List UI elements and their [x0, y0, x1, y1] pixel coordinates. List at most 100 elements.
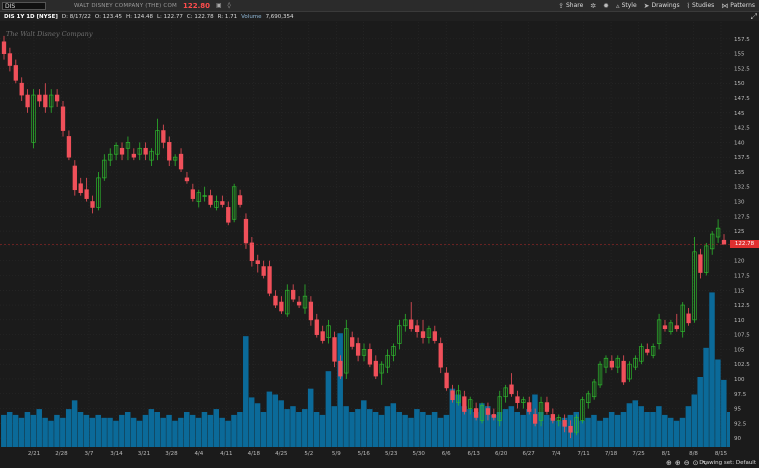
volume-bar [691, 394, 698, 447]
candle-body [226, 207, 231, 223]
candle-body [19, 82, 24, 96]
info-bar: DIS 1Y 1D [NYSE] D: 8/17/22 O: 123.45 H:… [0, 12, 759, 21]
x-tick-label: 7/25 [632, 451, 645, 457]
candle-body [255, 260, 260, 264]
volume-bar [650, 412, 656, 447]
x-tick-label: 7/4 [552, 451, 561, 457]
candle-body [220, 201, 225, 205]
x-tick-label: 7/18 [605, 451, 618, 457]
x-tick-label: 8/15 [715, 451, 728, 457]
volume-bar [467, 409, 473, 447]
x-tick-label: 4/11 [220, 451, 232, 457]
x-tick-label: 5/16 [358, 451, 371, 457]
settings-icon[interactable]: ▣ [216, 2, 222, 9]
collapse-icon[interactable]: ⤢ [751, 12, 757, 22]
candle-body [267, 266, 272, 294]
candle-body [420, 331, 426, 338]
volume-bar [372, 412, 379, 447]
volume-bar [272, 394, 279, 447]
volume-bar [597, 420, 603, 447]
volume-bar [349, 412, 355, 447]
symbol-input[interactable]: DIS [2, 1, 46, 10]
volume-bar [65, 409, 72, 447]
x-tick-label: 5/30 [413, 451, 426, 457]
drawings-button[interactable]: ➤ Drawings [644, 2, 680, 10]
zoom-in-icon[interactable]: ⊕ [675, 459, 681, 467]
y-tick-label: 125 [734, 229, 745, 235]
volume-bar [366, 409, 373, 447]
volume-bar [136, 420, 143, 447]
volume-bar [343, 406, 349, 447]
price-tag: 122.78 [730, 240, 759, 249]
candle-body [131, 153, 136, 158]
volume-bar [302, 409, 308, 447]
info-low: L: 122.77 [156, 13, 183, 20]
y-tick-label: 120 [734, 259, 745, 265]
volume-bar [71, 400, 78, 447]
candle-body [273, 295, 278, 306]
candle-body [90, 201, 95, 208]
volume-bar [514, 412, 520, 447]
candle-body [43, 94, 48, 108]
x-tick-label: 4/25 [275, 451, 288, 457]
volume-bar [697, 377, 703, 447]
y-tick-label: 155 [734, 52, 745, 58]
gear-button[interactable]: ✲ [590, 2, 596, 10]
patterns-label: Patterns [730, 2, 755, 9]
volume-bar [260, 412, 267, 447]
y-tick-label: 112.5 [734, 303, 750, 309]
x-tick-label: 8/8 [689, 451, 698, 457]
volume-bar [278, 400, 284, 447]
volume-bar [290, 406, 296, 447]
reset-zoom-icon[interactable]: ⊙ [693, 459, 699, 467]
chart-background [0, 22, 730, 455]
cursor-icon: ➤ [643, 1, 650, 10]
x-tick-label: 4/4 [194, 451, 203, 457]
studies-button[interactable]: ⌇ Studies [687, 2, 715, 10]
candle-body [167, 142, 172, 161]
y-tick-label: 95 [734, 407, 741, 413]
volume-bar [355, 409, 361, 447]
y-tick-label: 137.5 [734, 155, 750, 161]
info-close: C: 122.78 [186, 13, 214, 20]
candle-body [249, 242, 255, 262]
volume-bar [585, 417, 591, 447]
volume-bar [307, 388, 314, 447]
info-range: R: 1.71 [217, 13, 238, 20]
zoom-out-icon[interactable]: ⊖ [684, 459, 690, 467]
share-button[interactable]: ⇪ Share [558, 2, 583, 10]
volume-bar [508, 406, 515, 447]
price-chart[interactable] [0, 22, 730, 455]
cog-button[interactable]: ✹ [603, 2, 609, 10]
volume-bar [319, 414, 326, 447]
time-axis[interactable]: 2/21 2/28 3/7 3/14 3/21 3/28 4/4 4/11 4/18 4/25 5/… [0, 447, 730, 459]
volume-bar [425, 414, 432, 447]
volume-bar [119, 414, 125, 447]
candle-body [25, 94, 30, 108]
volume-bar [148, 409, 155, 447]
pan-icon[interactable]: ⊕ [666, 459, 672, 467]
volume-bar [6, 412, 13, 447]
x-tick-label: 3/14 [110, 451, 123, 457]
share-label: Share [565, 2, 584, 9]
volume-bar [544, 414, 550, 447]
alert-icon[interactable]: ◊ [228, 2, 231, 9]
volume-bar [172, 420, 178, 447]
candle-body [308, 301, 314, 321]
volume-bar [18, 417, 25, 447]
cog-icon: ✹ [603, 1, 610, 10]
candle-body [243, 218, 249, 244]
patterns-button[interactable]: ⋈ Patterns [721, 2, 755, 10]
style-button[interactable]: ▵ Style [616, 2, 637, 10]
price-axis[interactable]: 157.5 155 152.5 150 147.5 145 142.5 140 137.5 135… [730, 22, 759, 455]
candle-body [13, 65, 18, 81]
candle-body [373, 360, 378, 377]
volume-bar [679, 417, 686, 447]
volume-bar [378, 414, 385, 447]
volume-bar [608, 412, 615, 447]
candle-body [491, 414, 496, 418]
drawing-set-label[interactable]: Drawing set: Default [699, 460, 756, 466]
candle-body [161, 130, 166, 143]
volume-bar [644, 412, 650, 447]
candle-body [450, 390, 455, 401]
